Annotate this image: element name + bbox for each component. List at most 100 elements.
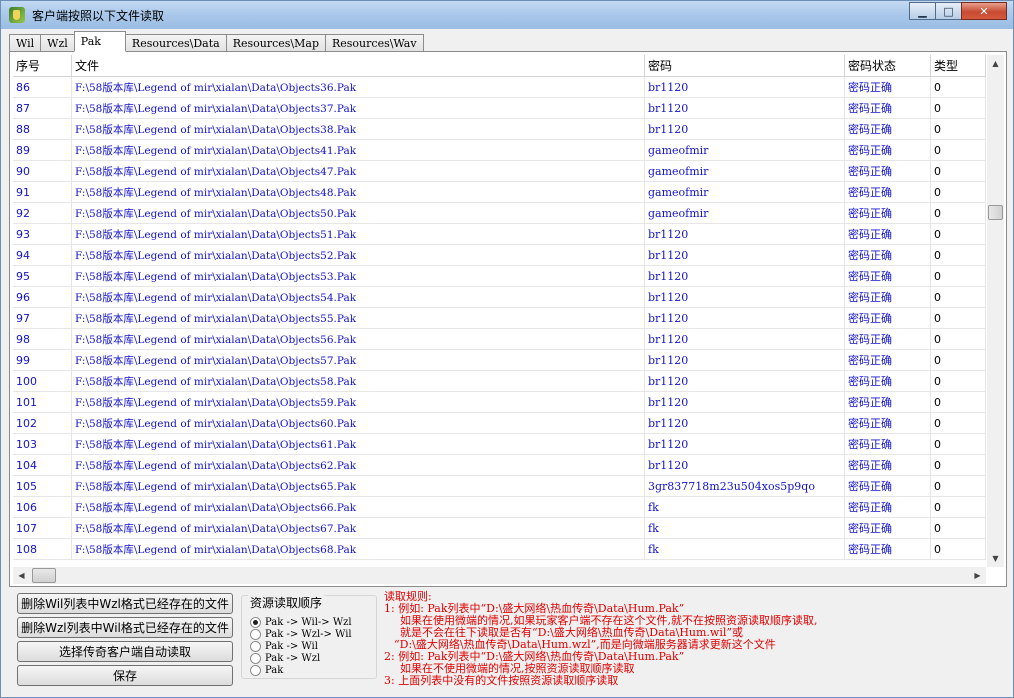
table-row[interactable]: 95 F:\58版本库\Legend of mir\xialan\Data\Obj… xyxy=(13,266,986,287)
tab-wil[interactable]: Wil xyxy=(9,34,42,52)
resource-order-option[interactable]: Pak -> Wzl xyxy=(250,652,320,664)
radio-button-icon[interactable] xyxy=(250,652,261,664)
tab-resources-data[interactable]: Resources\Data xyxy=(124,34,227,52)
scroll-up-icon[interactable]: ▲ xyxy=(987,55,1004,72)
resource-order-option[interactable]: Pak -> Wil-> Wzl xyxy=(250,616,352,628)
table-row[interactable]: 87 F:\58版本库\Legend of mir\xialan\Data\Obj… xyxy=(13,98,986,119)
cell-password: br1120 xyxy=(645,245,845,265)
minimize-button[interactable]: ▁ xyxy=(909,2,936,20)
table-row[interactable]: 101 F:\58版本库\Legend of mir\xialan\Data\Ob… xyxy=(13,392,986,413)
resource-order-option[interactable]: Pak xyxy=(250,664,283,676)
cell-file-path: F:\58版本库\Legend of mir\xialan\Data\Objec… xyxy=(72,455,645,475)
cell-file-path: F:\58版本库\Legend of mir\xialan\Data\Objec… xyxy=(72,329,645,349)
table-row[interactable]: 92 F:\58版本库\Legend of mir\xialan\Data\Obj… xyxy=(13,203,986,224)
radio-button-icon[interactable] xyxy=(250,628,261,640)
vertical-scroll-thumb[interactable] xyxy=(988,205,1003,220)
table-row[interactable]: 89 F:\58版本库\Legend of mir\xialan\Data\Obj… xyxy=(13,140,986,161)
cell-index: 105 xyxy=(13,476,72,496)
table-row[interactable]: 86 F:\58版本库\Legend of mir\xialan\Data\Obj… xyxy=(13,77,986,98)
table-row[interactable]: 108 F:\58版本库\Legend of mir\xialan\Data\Ob… xyxy=(13,539,986,560)
auto-read-client-button[interactable]: 选择传奇客户端自动读取 xyxy=(17,641,233,662)
cell-type: 0 xyxy=(931,392,986,412)
vertical-scrollbar[interactable]: ▲ ▼ xyxy=(987,55,1004,567)
table-row[interactable]: 103 F:\58版本库\Legend of mir\xialan\Data\Ob… xyxy=(13,434,986,455)
tab-wzl[interactable]: Wzl xyxy=(40,34,75,52)
cell-index: 106 xyxy=(13,497,72,517)
radio-button-icon[interactable] xyxy=(250,640,261,652)
table-row[interactable]: 94 F:\58版本库\Legend of mir\xialan\Data\Obj… xyxy=(13,245,986,266)
save-button[interactable]: 保存 xyxy=(17,665,233,686)
radio-button-icon[interactable] xyxy=(250,664,261,676)
radio-label: Pak -> Wzl xyxy=(265,652,321,664)
header-password-status[interactable]: 密码状态 xyxy=(845,55,931,76)
table-row[interactable]: 96 F:\58版本库\Legend of mir\xialan\Data\Obj… xyxy=(13,287,986,308)
cell-type: 0 xyxy=(931,455,986,475)
cell-password: br1120 xyxy=(645,371,845,391)
tab-resources-wav[interactable]: Resources\Wav xyxy=(325,34,424,52)
cell-index: 95 xyxy=(13,266,72,286)
cell-type: 0 xyxy=(931,287,986,307)
table-row[interactable]: 88 F:\58版本库\Legend of mir\xialan\Data\Obj… xyxy=(13,119,986,140)
cell-file-path: F:\58版本库\Legend of mir\xialan\Data\Objec… xyxy=(72,287,645,307)
close-button[interactable]: ✕ xyxy=(961,2,1007,20)
table-row[interactable]: 91 F:\58版本库\Legend of mir\xialan\Data\Obj… xyxy=(13,182,986,203)
table-row[interactable]: 98 F:\58版本库\Legend of mir\xialan\Data\Obj… xyxy=(13,329,986,350)
header-password[interactable]: 密码 xyxy=(645,55,845,76)
header-file[interactable]: 文件 xyxy=(72,55,645,76)
cell-index: 107 xyxy=(13,518,72,538)
cell-file-path: F:\58版本库\Legend of mir\xialan\Data\Objec… xyxy=(72,413,645,433)
radio-button-icon[interactable] xyxy=(250,616,261,628)
maximize-button[interactable]: □ xyxy=(935,2,962,20)
table-row[interactable]: 100 F:\58版本库\Legend of mir\xialan\Data\Ob… xyxy=(13,371,986,392)
cell-index: 97 xyxy=(13,308,72,328)
cell-password: br1120 xyxy=(645,350,845,370)
table-body: 86 F:\58版本库\Legend of mir\xialan\Data\Obj… xyxy=(13,77,986,560)
table-row[interactable]: 99 F:\58版本库\Legend of mir\xialan\Data\Obj… xyxy=(13,350,986,371)
horizontal-scrollbar[interactable]: ◀ ▶ xyxy=(13,567,986,584)
app-icon xyxy=(9,7,25,23)
cell-password: br1120 xyxy=(645,413,845,433)
table-row[interactable]: 97 F:\58版本库\Legend of mir\xialan\Data\Obj… xyxy=(13,308,986,329)
cell-password-status: 密码正确 xyxy=(845,434,931,454)
cell-index: 88 xyxy=(13,119,72,139)
cell-password-status: 密码正确 xyxy=(845,182,931,202)
cell-password: br1120 xyxy=(645,329,845,349)
cell-file-path: F:\58版本库\Legend of mir\xialan\Data\Objec… xyxy=(72,434,645,454)
resource-order-option[interactable]: Pak -> Wil xyxy=(250,640,318,652)
cell-file-path: F:\58版本库\Legend of mir\xialan\Data\Objec… xyxy=(72,119,645,139)
tab-pak[interactable]: Pak xyxy=(73,31,126,52)
cell-type: 0 xyxy=(931,224,986,244)
table-row[interactable]: 102 F:\58版本库\Legend of mir\xialan\Data\Ob… xyxy=(13,413,986,434)
radio-label: Pak -> Wzl-> Wil xyxy=(265,628,352,640)
tab-panel-pak: 序号 文件 密码 密码状态 类型 86 F:\58版本库\Legend of mi… xyxy=(9,51,1007,587)
header-type[interactable]: 类型 xyxy=(931,55,986,76)
cell-password-status: 密码正确 xyxy=(845,140,931,160)
table-row[interactable]: 107 F:\58版本库\Legend of mir\xialan\Data\Ob… xyxy=(13,518,986,539)
scroll-left-icon[interactable]: ◀ xyxy=(13,571,30,580)
scroll-right-icon[interactable]: ▶ xyxy=(969,571,986,580)
table-row[interactable]: 93 F:\58版本库\Legend of mir\xialan\Data\Obj… xyxy=(13,224,986,245)
table-row[interactable]: 90 F:\58版本库\Legend of mir\xialan\Data\Obj… xyxy=(13,161,986,182)
horizontal-scroll-thumb[interactable] xyxy=(32,568,56,583)
resource-order-group: 资源读取顺序 Pak -> Wil-> Wzl Pak -> Wzl-> Wil P… xyxy=(241,594,377,679)
cell-type: 0 xyxy=(931,497,986,517)
delete-wzl-duplicates-button[interactable]: 删除Wzl列表中Wil格式已经存在的文件 xyxy=(17,617,233,638)
table-row[interactable]: 105 F:\58版本库\Legend of mir\xialan\Data\Ob… xyxy=(13,476,986,497)
cell-type: 0 xyxy=(931,119,986,139)
table-row[interactable]: 104 F:\58版本库\Legend of mir\xialan\Data\Ob… xyxy=(13,455,986,476)
delete-wil-duplicates-button[interactable]: 删除Wil列表中Wzl格式已经存在的文件 xyxy=(17,593,233,614)
table-header: 序号 文件 密码 密码状态 类型 xyxy=(13,55,986,77)
file-table[interactable]: 序号 文件 密码 密码状态 类型 86 F:\58版本库\Legend of mi… xyxy=(13,55,986,567)
tab-resources-map[interactable]: Resources\Map xyxy=(225,34,326,52)
cell-file-path: F:\58版本库\Legend of mir\xialan\Data\Objec… xyxy=(72,350,645,370)
cell-password-status: 密码正确 xyxy=(845,98,931,118)
cell-password-status: 密码正确 xyxy=(845,245,931,265)
resource-order-option[interactable]: Pak -> Wzl-> Wil xyxy=(250,628,352,640)
header-index[interactable]: 序号 xyxy=(13,55,72,76)
cell-password-status: 密码正确 xyxy=(845,476,931,496)
scroll-down-icon[interactable]: ▼ xyxy=(987,550,1004,567)
table-row[interactable]: 106 F:\58版本库\Legend of mir\xialan\Data\Ob… xyxy=(13,497,986,518)
radio-label: Pak -> Wil xyxy=(265,640,318,652)
cell-password-status: 密码正确 xyxy=(845,371,931,391)
title-bar[interactable]: 客户端按照以下文件读取 ▁ □ ✕ xyxy=(1,1,1013,29)
